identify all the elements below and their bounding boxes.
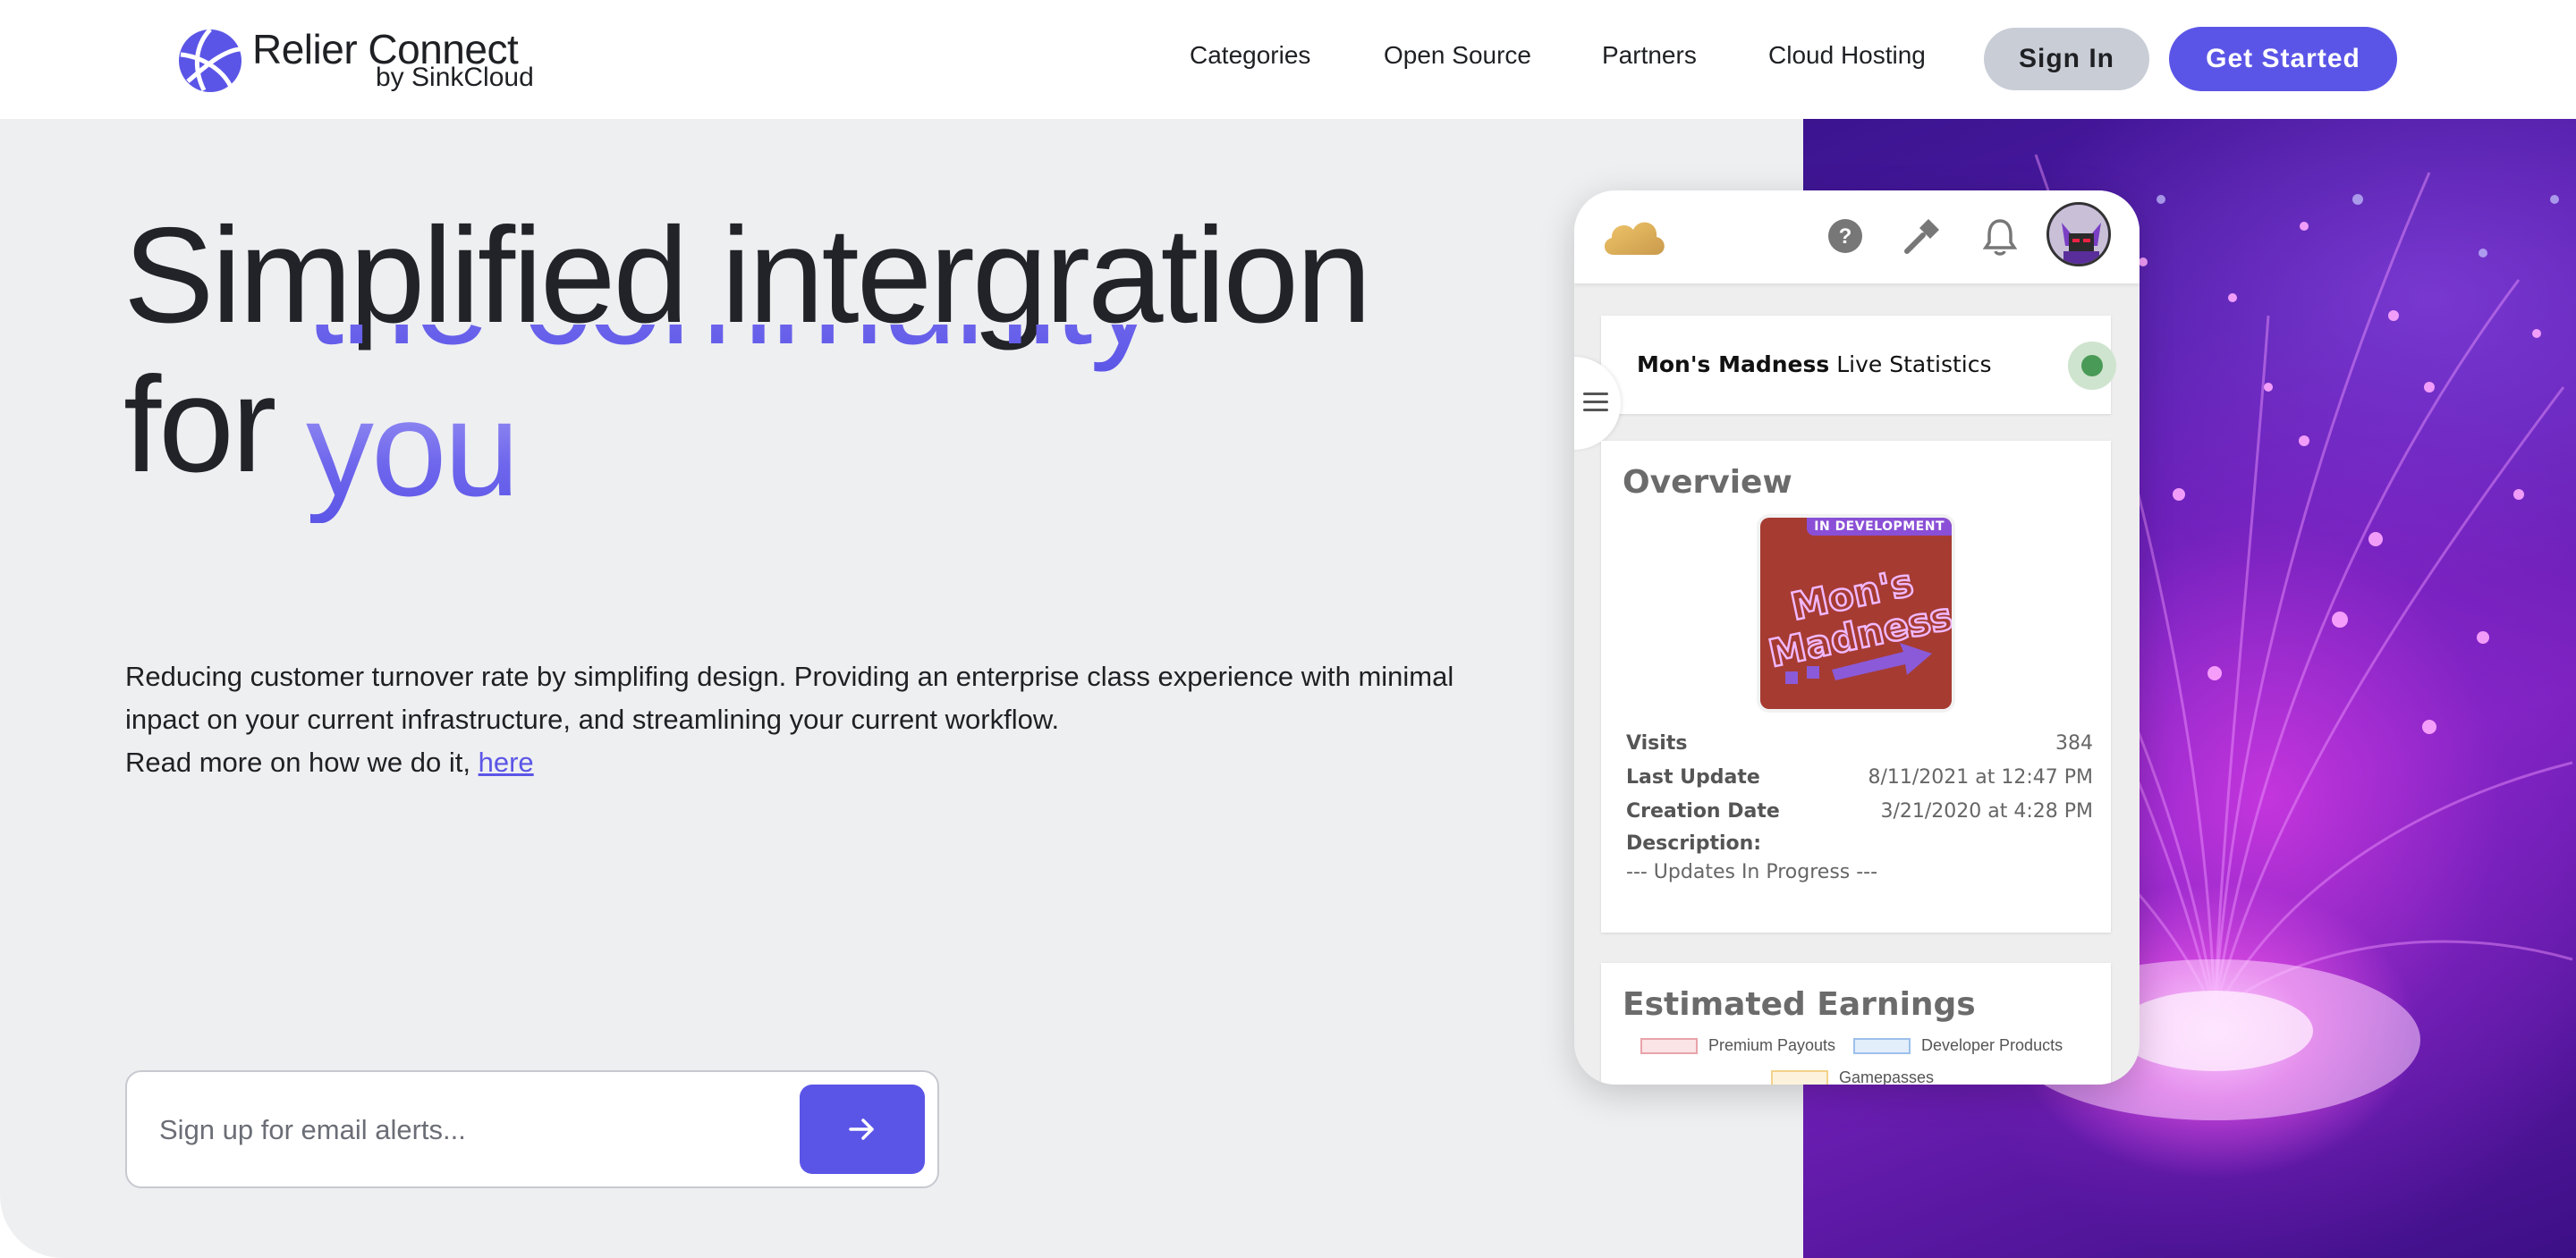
nav-categories[interactable]: Categories [1190,41,1310,70]
legend-swatch-developer [1853,1037,1911,1054]
game-thumbnail[interactable]: IN DEVELOPMENT Mon's Madness [1760,518,1952,709]
earnings-heading: Estimated Earnings [1623,986,1976,1023]
nav-cloud-hosting[interactable]: Cloud Hosting [1768,41,1926,70]
legend-premium-payouts[interactable]: Premium Payouts [1640,1036,1835,1055]
top-navbar: Relier Connect by SinkCloud Categories O… [0,0,2576,119]
hero-section: Simplified intergration for the communit… [0,119,2576,1258]
legend-label-developer: Developer Products [1921,1036,2063,1054]
overview-heading: Overview [1623,464,1792,501]
legend-gamepasses[interactable]: Gamepasses [1771,1068,1934,1085]
avatar-character-icon [2049,205,2108,264]
bell-icon[interactable] [1982,215,2018,257]
visits-value: 384 [2055,732,2093,755]
game-thumbnail-art: Mon's Madness [1764,559,1952,684]
online-status-indicator [2068,342,2116,390]
app-preview-card: ? Mon's Madness Live Statistics Overview… [1574,190,2140,1085]
brand-logo[interactable]: Relier Connect by SinkCloud [177,25,534,97]
cloud-logo-icon[interactable] [1599,210,1669,258]
last-update-value: 8/11/2021 at 12:47 PM [1868,766,2093,789]
read-more-link[interactable]: here [479,747,534,778]
read-more-text: Read more on how we do it, [125,747,470,778]
get-started-button[interactable]: Get Started [2169,27,2397,91]
hero-description: Reducing customer turnover rate by simpl… [125,655,1467,784]
rotating-word-2: you [306,371,520,523]
user-avatar[interactable] [2046,202,2111,266]
brand-subtitle: by SinkCloud [376,63,534,92]
volleyball-logo-icon [179,28,242,92]
app-card-header: ? [1574,190,2140,283]
in-development-badge: IN DEVELOPMENT [1807,518,1952,536]
help-icon[interactable]: ? [1826,217,1864,255]
hamburger-menu-icon [1583,393,1608,412]
estimated-earnings-panel: Estimated Earnings Premium Payouts Devel… [1601,963,2111,1085]
rotating-word-1: the community [306,325,1157,376]
legend-swatch-premium [1640,1037,1698,1054]
overview-panel: Overview IN DEVELOPMENT Mon's Madness Vi… [1601,441,2111,933]
creation-date-row: Creation Date 3/21/2020 at 4:28 PM [1626,800,2093,829]
game-name: Mon's Madness [1637,351,1830,377]
email-submit-button[interactable] [800,1085,925,1174]
description-row: Description: [1626,832,2093,861]
email-signup-form [125,1070,939,1188]
legend-developer-products[interactable]: Developer Products [1853,1036,2063,1055]
visits-label: Visits [1626,732,1688,755]
last-update-row: Last Update 8/11/2021 at 12:47 PM [1626,766,2093,795]
legend-label-gamepasses: Gamepasses [1839,1068,1935,1085]
svg-text:?: ? [1839,224,1852,249]
legend-swatch-gamepasses [1771,1069,1828,1085]
nav-partners[interactable]: Partners [1602,41,1697,70]
hammer-icon[interactable] [1902,215,1943,257]
sign-in-button[interactable]: Sign In [1984,28,2149,90]
last-update-label: Last Update [1626,766,1760,789]
nav-open-source[interactable]: Open Source [1384,41,1531,70]
live-statistics-title: Mon's Madness Live Statistics [1637,351,1991,377]
live-statistics-panel: Mon's Madness Live Statistics [1601,316,2116,414]
hero-title-line2: for [123,349,276,501]
description-label: Description: [1626,832,1762,855]
visits-row: Visits 384 [1626,732,2093,761]
description-value: --- Updates In Progress --- [1626,861,1878,883]
creation-date-label: Creation Date [1626,800,1780,823]
creation-date-value: 3/21/2020 at 4:28 PM [1880,800,2093,823]
hero-description-text: Reducing customer turnover rate by simpl… [125,661,1454,735]
email-alerts-input[interactable] [157,1104,784,1156]
rotating-word-carousel: the community you [306,325,1200,523]
arrow-right-icon [849,1119,874,1140]
legend-label-premium: Premium Payouts [1708,1036,1836,1054]
live-statistics-label: Live Statistics [1836,351,1992,377]
